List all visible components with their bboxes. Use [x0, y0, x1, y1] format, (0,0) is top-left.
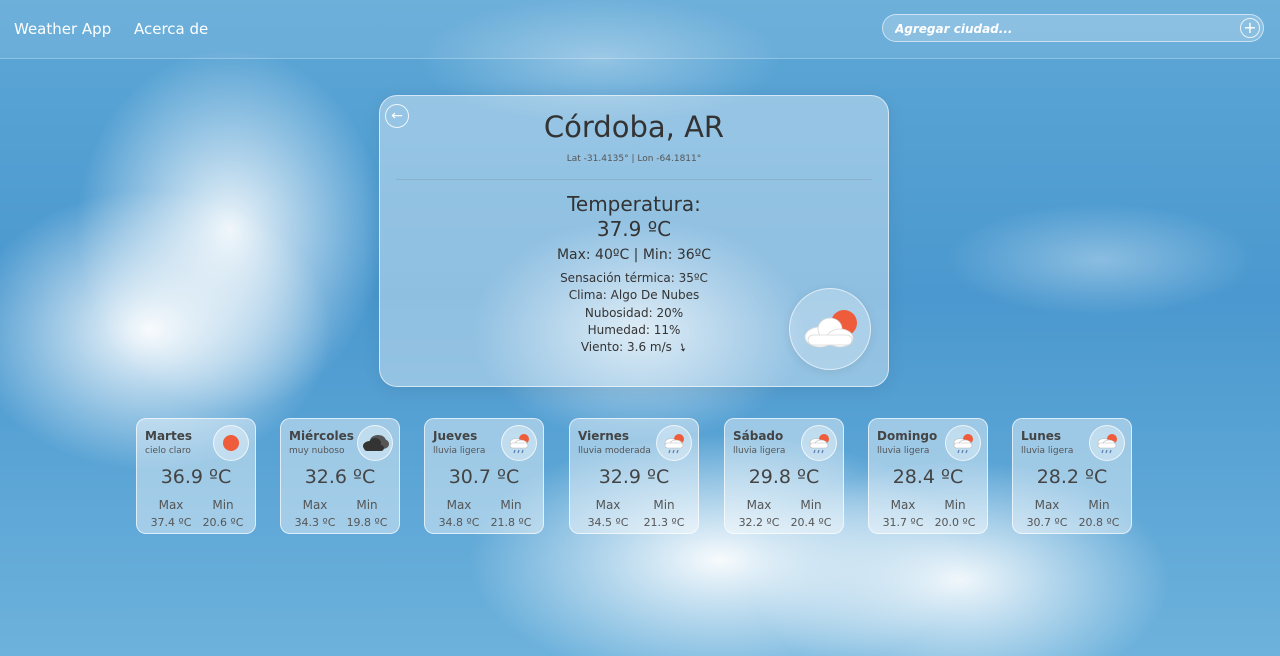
temperature-value: 37.9 ºC	[596, 217, 672, 241]
forecast-temp: 36.9 ºC	[160, 466, 232, 488]
forecast-min: 20.6 ºC	[202, 516, 244, 529]
divider	[396, 179, 872, 180]
forecast-temp: 29.8 ºC	[748, 466, 820, 488]
forecast-max: 31.7 ºC	[882, 516, 924, 529]
forecast-card[interactable]: Miércoles muy nuboso 32.6 ºC Max Min 34.…	[280, 418, 400, 534]
forecast-day: Miércoles	[289, 429, 354, 443]
feels-like-text: Sensación térmica: 35ºC	[560, 271, 708, 285]
max-label: Max	[302, 498, 328, 512]
forecast-desc: lluvia moderada	[578, 446, 651, 456]
plus-icon: +	[1243, 18, 1257, 37]
forecast-card[interactable]: Viernes lluvia moderada 32.9 ºC Max Min …	[569, 418, 699, 534]
rain-icon	[801, 425, 837, 461]
forecast-max: 34.5 ºC	[587, 516, 629, 529]
forecast-max: 34.3 ºC	[294, 516, 336, 529]
max-label: Max	[158, 498, 184, 512]
forecast-card[interactable]: Domingo lluvia ligera 28.4 ºC Max Min 31…	[868, 418, 988, 534]
city-title: Córdoba, AR	[543, 110, 725, 144]
wind-direction-icon: ➘	[675, 339, 690, 356]
forecast-desc: lluvia ligera	[733, 446, 786, 456]
min-label: Min	[212, 498, 234, 512]
forecast-day: Lunes	[1021, 429, 1062, 443]
forecast-card[interactable]: Jueves lluvia ligera 30.7 ºC Max Min 34.…	[424, 418, 544, 534]
add-city-button[interactable]: +	[1240, 18, 1260, 38]
forecast-card[interactable]: Martes cielo claro 36.9 ºC Max Min 37.4 …	[136, 418, 256, 534]
forecast-temp: 32.9 ºC	[598, 466, 670, 488]
brand-link[interactable]: Weather App	[14, 20, 111, 38]
max-min-text: Max: 40ºC | Min: 36ºC	[556, 247, 712, 263]
top-navbar: Weather App Acerca de +	[0, 0, 1280, 59]
forecast-min: 20.8 ºC	[1078, 516, 1120, 529]
forecast-day: Domingo	[877, 429, 938, 443]
add-city-input[interactable]	[893, 18, 1227, 40]
forecast-min: 21.8 ºC	[490, 516, 532, 529]
min-label: Min	[1088, 498, 1110, 512]
forecast-day: Jueves	[433, 429, 478, 443]
forecast-min: 19.8 ºC	[346, 516, 388, 529]
add-city-search: +	[882, 14, 1264, 42]
wind-text: Viento: 3.6 m/s	[580, 340, 672, 354]
max-label: Max	[595, 498, 621, 512]
forecast-min: 20.0 ºC	[934, 516, 976, 529]
min-label: Min	[500, 498, 522, 512]
forecast-max: 34.8 ºC	[438, 516, 480, 529]
forecast-desc: lluvia ligera	[1021, 446, 1074, 456]
coordinates: Lat -31.4135° | Lon -64.1811°	[566, 154, 702, 164]
forecast-temp: 30.7 ºC	[448, 466, 520, 488]
forecast-day: Sábado	[733, 429, 784, 443]
forecast-temp: 28.2 ºC	[1036, 466, 1108, 488]
forecast-desc: cielo claro	[145, 446, 191, 456]
forecast-max: 30.7 ºC	[1026, 516, 1068, 529]
forecast-day: Viernes	[578, 429, 630, 443]
rain-icon	[501, 425, 537, 461]
max-label: Max	[890, 498, 916, 512]
rain-icon	[945, 425, 981, 461]
current-weather-card: ← Córdoba, AR Lat -31.4135° | Lon -64.18…	[379, 95, 889, 387]
partly-cloudy-icon	[789, 288, 871, 370]
forecast-temp: 28.4 ºC	[892, 466, 964, 488]
forecast-desc: lluvia ligera	[433, 446, 486, 456]
max-label: Max	[1034, 498, 1060, 512]
max-label: Max	[746, 498, 772, 512]
forecast-min: 21.3 ºC	[643, 516, 685, 529]
forecast-card[interactable]: Sábado lluvia ligera 29.8 ºC Max Min 32.…	[724, 418, 844, 534]
temperature-label: Temperatura:	[567, 192, 701, 216]
forecast-day: Martes	[145, 429, 192, 443]
rain-icon	[1089, 425, 1125, 461]
max-label: Max	[446, 498, 472, 512]
min-label: Min	[800, 498, 822, 512]
forecast-card[interactable]: Lunes lluvia ligera 28.2 ºC Max Min 30.7…	[1012, 418, 1132, 534]
min-label: Min	[653, 498, 675, 512]
forecast-desc: lluvia ligera	[877, 446, 930, 456]
sun-icon	[213, 425, 249, 461]
forecast-temp: 32.6 ºC	[304, 466, 376, 488]
forecast-max: 37.4 ºC	[150, 516, 192, 529]
forecast-max: 32.2 ºC	[738, 516, 780, 529]
rain-icon	[656, 425, 692, 461]
forecast-desc: muy nuboso	[289, 446, 345, 456]
forecast-min: 20.4 ºC	[790, 516, 832, 529]
min-label: Min	[356, 498, 378, 512]
nav-about-link[interactable]: Acerca de	[134, 20, 208, 38]
min-label: Min	[944, 498, 966, 512]
broken-clouds-icon	[357, 425, 393, 461]
